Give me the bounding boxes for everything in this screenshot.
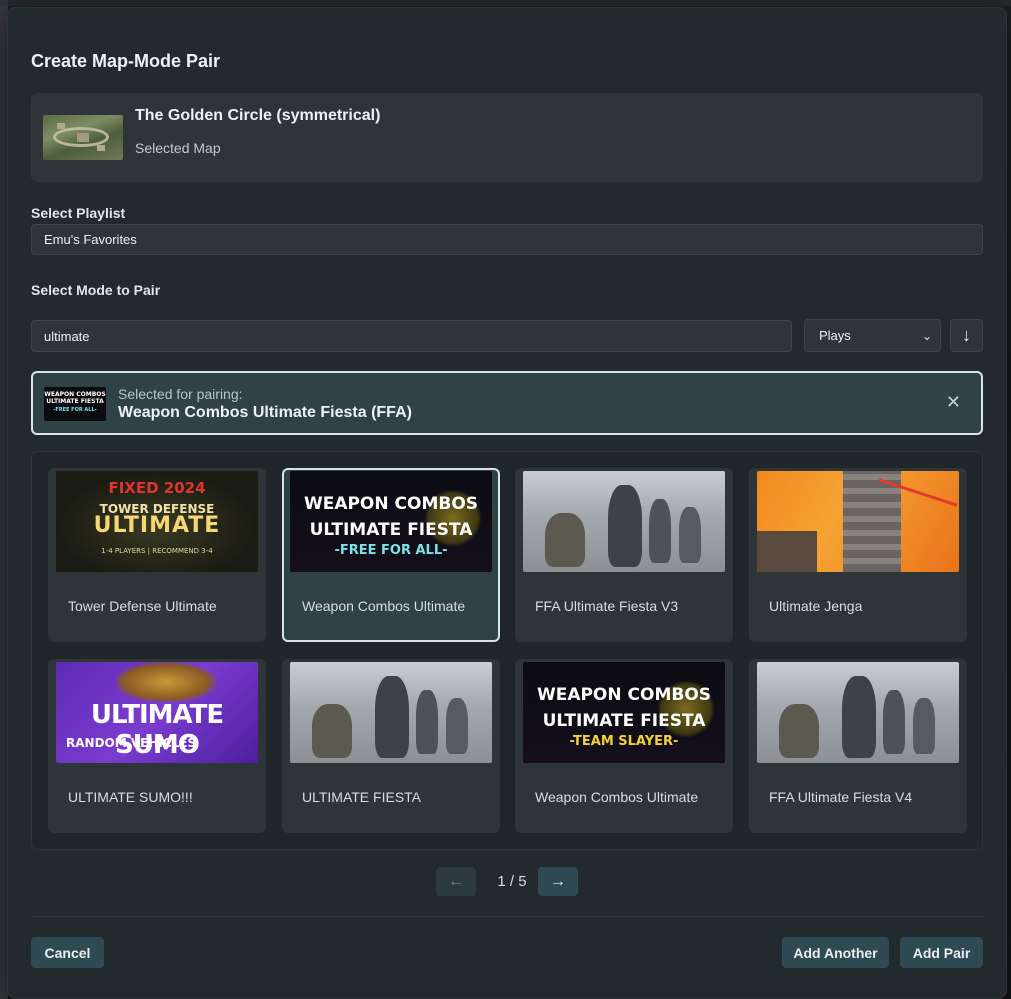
thumb-text: -TEAM SLAYER-	[569, 734, 679, 749]
cancel-button[interactable]: Cancel	[31, 937, 104, 968]
mode-thumbnail: ULTIMATE SUMO RANDOM VEHICLES	[56, 662, 258, 763]
mode-card-selected[interactable]: WEAPON COMBOS ULTIMATE FIESTA -FREE FOR A…	[282, 468, 500, 642]
mode-thumbnail: WEAPON COMBOS ULTIMATE FIESTA -FREE FOR A…	[290, 471, 492, 572]
selected-mode-name: Weapon Combos Ultimate Fiesta (FFA)	[118, 404, 412, 421]
arrow-down-icon: ↓	[962, 325, 971, 345]
add-another-button[interactable]: Add Another	[782, 937, 889, 968]
playlist-value: Emu's Favorites	[44, 232, 137, 247]
mode-name: ULTIMATE SUMO!!!	[68, 789, 193, 805]
create-pair-modal: Create Map-Mode Pair The Golden Circle (…	[8, 8, 1006, 998]
mode-thumbnail: WEAPON COMBOS ULTIMATE FIESTA -TEAM SLAYE…	[523, 662, 725, 763]
modal-title: Create Map-Mode Pair	[31, 51, 221, 71]
close-icon[interactable]: ✕	[946, 392, 961, 413]
map-subtitle: Selected Map	[135, 140, 221, 156]
playlist-label: Select Playlist	[31, 205, 126, 221]
map-name: The Golden Circle (symmetrical)	[135, 107, 381, 124]
mode-label: Select Mode to Pair	[31, 282, 161, 298]
mode-thumbnail	[523, 471, 725, 572]
prev-page-button[interactable]: ←	[436, 867, 476, 896]
thumb-text: RANDOM VEHICLES	[66, 736, 197, 750]
mode-name: ULTIMATE FIESTA	[302, 789, 422, 805]
page-indicator: 1 / 5	[497, 873, 527, 890]
selected-mode-thumbnail: WEAPON COMBOS ULTIMATE FIESTA -FREE FOR A…	[44, 387, 106, 421]
mode-card[interactable]: FIXED 2024 TOWER DEFENSE ULTIMATE 1-4 PL…	[48, 468, 266, 642]
mode-name: Ultimate Jenga	[769, 598, 863, 614]
thumb-text: WEAPON COMBOS ULTIMATE FIESTA	[303, 494, 479, 540]
mode-thumbnail	[757, 662, 959, 763]
map-thumbnail	[43, 115, 123, 160]
mode-card[interactable]: WEAPON COMBOS ULTIMATE FIESTA -TEAM SLAYE…	[515, 659, 733, 833]
mode-thumbnail: FIXED 2024 TOWER DEFENSE ULTIMATE 1-4 PL…	[56, 471, 258, 572]
mode-name: FFA Ultimate Fiesta V4	[769, 789, 913, 805]
mode-name: FFA Ultimate Fiesta V3	[535, 598, 679, 614]
arrow-right-icon: →	[550, 872, 566, 890]
playlist-select[interactable]: Emu's Favorites	[31, 224, 983, 255]
mode-search-value: ultimate	[44, 328, 90, 344]
mode-card[interactable]: ULTIMATE SUMO RANDOM VEHICLES ULTIMATE S…	[48, 659, 266, 833]
mode-results-grid: FIXED 2024 TOWER DEFENSE ULTIMATE 1-4 PL…	[31, 451, 983, 850]
thumb-text: WEAPON COMBOS ULTIMATE FIESTA	[536, 685, 712, 731]
mode-card[interactable]: FFA Ultimate Fiesta V3	[515, 468, 733, 642]
selected-mode-bar: WEAPON COMBOS ULTIMATE FIESTA -FREE FOR A…	[31, 371, 983, 435]
chevron-down-icon: ⌄	[921, 328, 932, 343]
selected-label: Selected for pairing:	[118, 386, 243, 402]
mode-card[interactable]: Ultimate Jenga	[749, 468, 967, 642]
mode-name: Weapon Combos Ultimate	[535, 789, 699, 805]
mode-name: Tower Defense Ultimate	[68, 598, 217, 614]
mode-card[interactable]: ULTIMATE FIESTA	[282, 659, 500, 833]
thumb-text: -FREE FOR ALL-	[334, 543, 448, 558]
mode-thumbnail	[757, 471, 959, 572]
mode-card[interactable]: FFA Ultimate Fiesta V4	[749, 659, 967, 833]
mode-search-input[interactable]: ultimate	[31, 320, 792, 352]
next-page-button[interactable]: →	[538, 867, 578, 896]
thumb-text: ULTIMATE SUMO	[90, 700, 224, 760]
thumb-text: ULTIMATE	[93, 513, 221, 538]
background-strip	[0, 0, 8, 999]
pagination: ← 1 / 5 →	[8, 867, 1006, 897]
sort-select[interactable]: Plays ⌄	[804, 319, 941, 352]
background-strip	[0, 0, 1011, 6]
footer-divider	[31, 916, 983, 917]
selected-map-card: The Golden Circle (symmetrical) Selected…	[31, 93, 983, 182]
add-pair-button[interactable]: Add Pair	[900, 937, 983, 968]
mode-name: Weapon Combos Ultimate	[302, 598, 466, 614]
mode-thumbnail	[290, 662, 492, 763]
sort-value: Plays	[819, 328, 851, 343]
arrow-left-icon: ←	[448, 872, 464, 890]
thumb-text: 1-4 PLAYERS | RECOMMEND 3-4	[101, 547, 213, 555]
thumb-text: FIXED 2024	[108, 479, 206, 497]
sort-direction-button[interactable]: ↓	[950, 319, 983, 352]
